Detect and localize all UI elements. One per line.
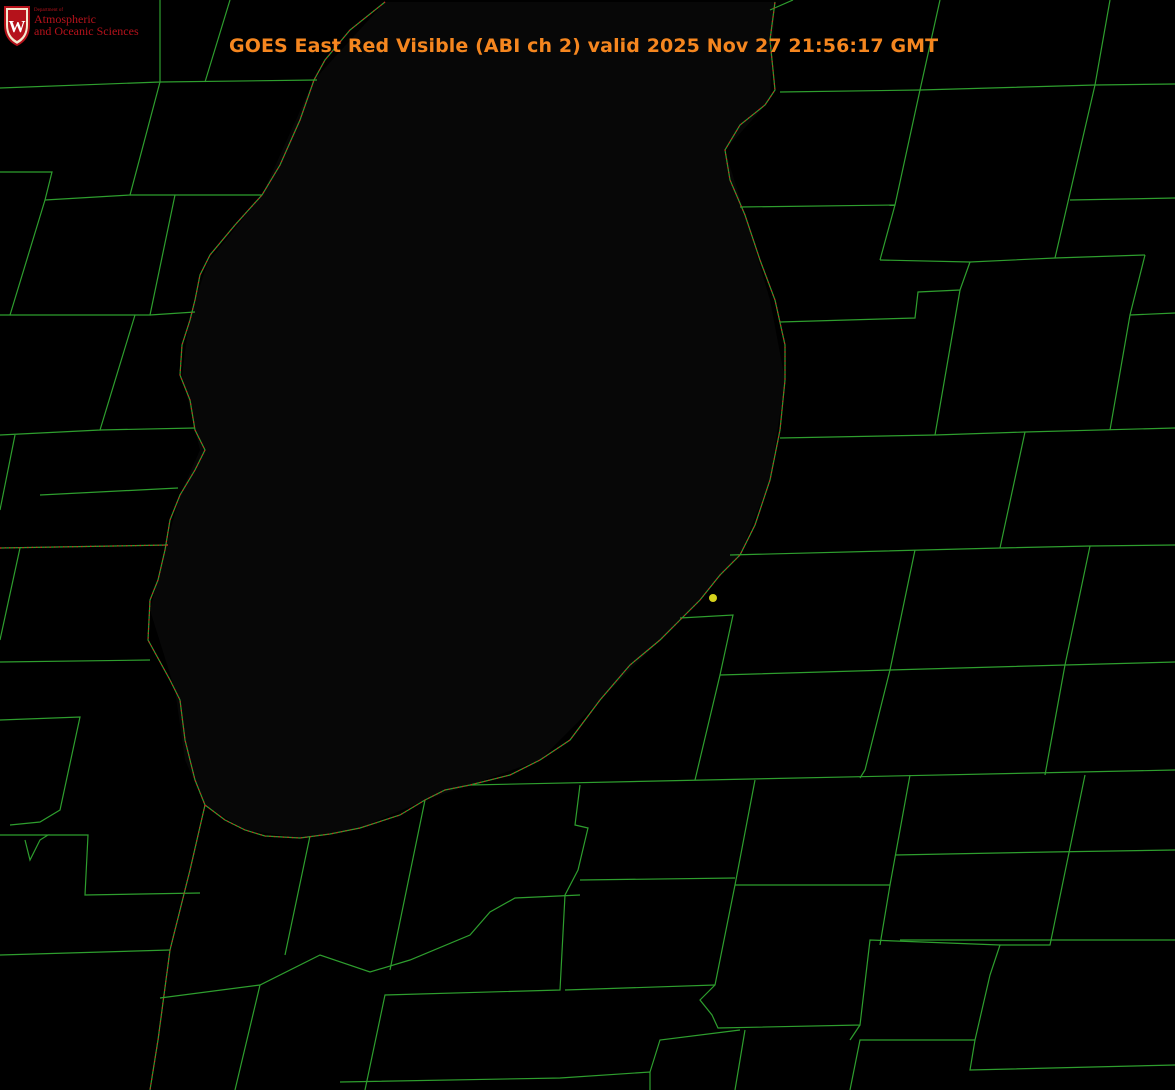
image-title: GOES East Red Visible (ABI ch 2) valid 2… <box>229 35 939 57</box>
satellite-map-view: W Department of Atmospheric and Oceanic … <box>0 0 1175 1090</box>
uw-aos-logo: W Department of Atmospheric and Oceanic … <box>2 3 152 47</box>
logo-line-2: and Oceanic Sciences <box>34 24 139 38</box>
crest-icon: W <box>4 6 30 47</box>
crest-letter: W <box>9 17 26 36</box>
location-dot-icon <box>709 594 717 602</box>
map-canvas <box>0 0 1175 1090</box>
